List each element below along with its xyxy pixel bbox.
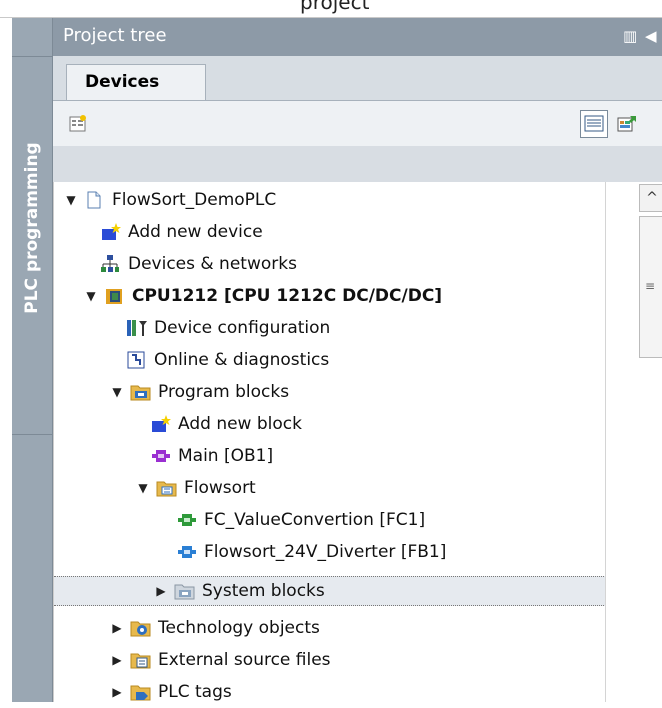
tree-item-plc-tags[interactable]: ▶ PLC tags (110, 676, 232, 708)
collapsed-caret-icon[interactable]: ▶ (154, 584, 168, 598)
tree-item-add-new-block[interactable]: Add new block (150, 408, 302, 440)
tree-item-label: Online & diagnostics (154, 350, 330, 370)
technology-icon (130, 618, 152, 638)
tree-item-label: External source files (158, 650, 331, 670)
show-overview-icon[interactable] (616, 113, 638, 135)
scroll-thumb[interactable]: ≡ (639, 216, 662, 358)
tree-item-label: Technology objects (158, 618, 320, 638)
tree-item-technology-objects[interactable]: ▶ Technology objects (110, 612, 320, 644)
scroll-grip-icon: ≡ (645, 279, 656, 293)
ob-block-icon (150, 446, 172, 466)
vertical-tab-plc-programming[interactable]: PLC programming (12, 18, 53, 702)
expand-caret-icon[interactable]: ▼ (84, 289, 98, 303)
tree-item-fc-valueconvertion[interactable]: FC_ValueConvertion [FC1] (176, 504, 425, 536)
panel-band (53, 146, 662, 182)
fb-block-icon (176, 542, 198, 562)
collapsed-caret-icon[interactable]: ▶ (110, 653, 124, 667)
tree-item-label: Main [OB1] (178, 446, 274, 466)
project-file-icon (84, 190, 106, 210)
collapsed-caret-icon[interactable]: ▶ (110, 685, 124, 699)
project-tree: ▼ FlowSort_DemoPLC Add new device Device… (53, 182, 606, 702)
tree-item-online-diagnostics[interactable]: Online & diagnostics (126, 344, 329, 376)
collapsed-caret-icon[interactable]: ▶ (110, 621, 124, 635)
device-config-icon (126, 318, 148, 338)
tree-item-label: Add new block (178, 414, 302, 434)
tree-item-label: FC_ValueConvertion [FC1] (204, 510, 426, 530)
left-margin (0, 18, 12, 702)
tree-item-add-new-device[interactable]: Add new device (100, 216, 263, 248)
tree-item-external-source-files[interactable]: ▶ External source files (110, 644, 331, 676)
tree-item-system-blocks[interactable]: ▶ System blocks (54, 576, 606, 606)
expand-caret-icon[interactable]: ▼ (136, 481, 150, 495)
panel-title: Project tree (63, 25, 167, 46)
tree-item-cpu1212[interactable]: ▼ CPU1212 [CPU 1212C DC/DC/DC] (84, 280, 442, 312)
tree-item-label: FlowSort_DemoPLC (112, 190, 277, 210)
plc-tags-icon (130, 682, 152, 702)
tree-toolbar (53, 100, 662, 147)
fc-block-icon (176, 510, 198, 530)
vertical-tab-label: PLC programming (22, 142, 42, 314)
tree-item-program-blocks[interactable]: ▼ Program blocks (110, 376, 289, 408)
folder-blocks-icon (130, 382, 152, 402)
tree-scrollbar[interactable]: ^ ≡ (605, 182, 662, 702)
tree-item-label: Devices & networks (128, 254, 297, 274)
tree-item-label: Device configuration (154, 318, 331, 338)
diagnostics-icon (126, 350, 148, 370)
panel-header: Project tree ▥ ◀ (53, 18, 662, 56)
cpu-icon (104, 286, 126, 306)
tab-devices[interactable]: Devices (66, 64, 206, 101)
divider (12, 434, 52, 435)
tab-devices-label: Devices (85, 72, 160, 92)
tree-item-label: Add new device (128, 222, 263, 242)
expand-caret-icon[interactable]: ▼ (64, 193, 78, 207)
pin-panel-icon[interactable]: ▥ (623, 27, 637, 45)
scroll-up-arrow-icon[interactable]: ^ (639, 184, 662, 212)
tree-item-label: CPU1212 [CPU 1212C DC/DC/DC] (132, 286, 443, 306)
tree-item-flowsort-demoplc[interactable]: ▼ FlowSort_DemoPLC (64, 184, 276, 216)
top-strip: project (0, 0, 662, 18)
external-source-icon (130, 650, 152, 670)
tree-item-label: System blocks (202, 581, 325, 601)
tree-item-label: Program blocks (158, 382, 290, 402)
tree-item-flowsort-group[interactable]: ▼ Flowsort (136, 472, 256, 504)
tree-item-devices-networks[interactable]: Devices & networks (100, 248, 297, 280)
add-new-block-icon (150, 414, 172, 434)
overview-view-icon[interactable] (580, 110, 608, 138)
vertical-tab-label-wrap: PLC programming (14, 78, 50, 378)
expand-caret-icon[interactable]: ▼ (110, 385, 124, 399)
tree-item-flowsort-24v-diverter[interactable]: Flowsort_24V_Diverter [FB1] (176, 536, 446, 568)
divider (12, 56, 52, 57)
network-icon (100, 254, 122, 274)
tree-item-main-ob1[interactable]: Main [OB1] (150, 440, 273, 472)
tree-item-label: PLC tags (158, 682, 232, 702)
new-group-icon[interactable] (67, 113, 89, 135)
add-new-device-icon (100, 222, 122, 242)
top-fragment-text: project (300, 0, 370, 14)
tree-item-label: Flowsort (184, 478, 256, 498)
system-folder-icon (174, 581, 196, 601)
tab-strip: Devices (53, 56, 662, 101)
group-folder-icon (156, 478, 178, 498)
collapse-panel-icon[interactable]: ◀ (645, 27, 657, 45)
tree-item-device-configuration[interactable]: Device configuration (126, 312, 330, 344)
tree-item-label: Flowsort_24V_Diverter [FB1] (204, 542, 447, 562)
